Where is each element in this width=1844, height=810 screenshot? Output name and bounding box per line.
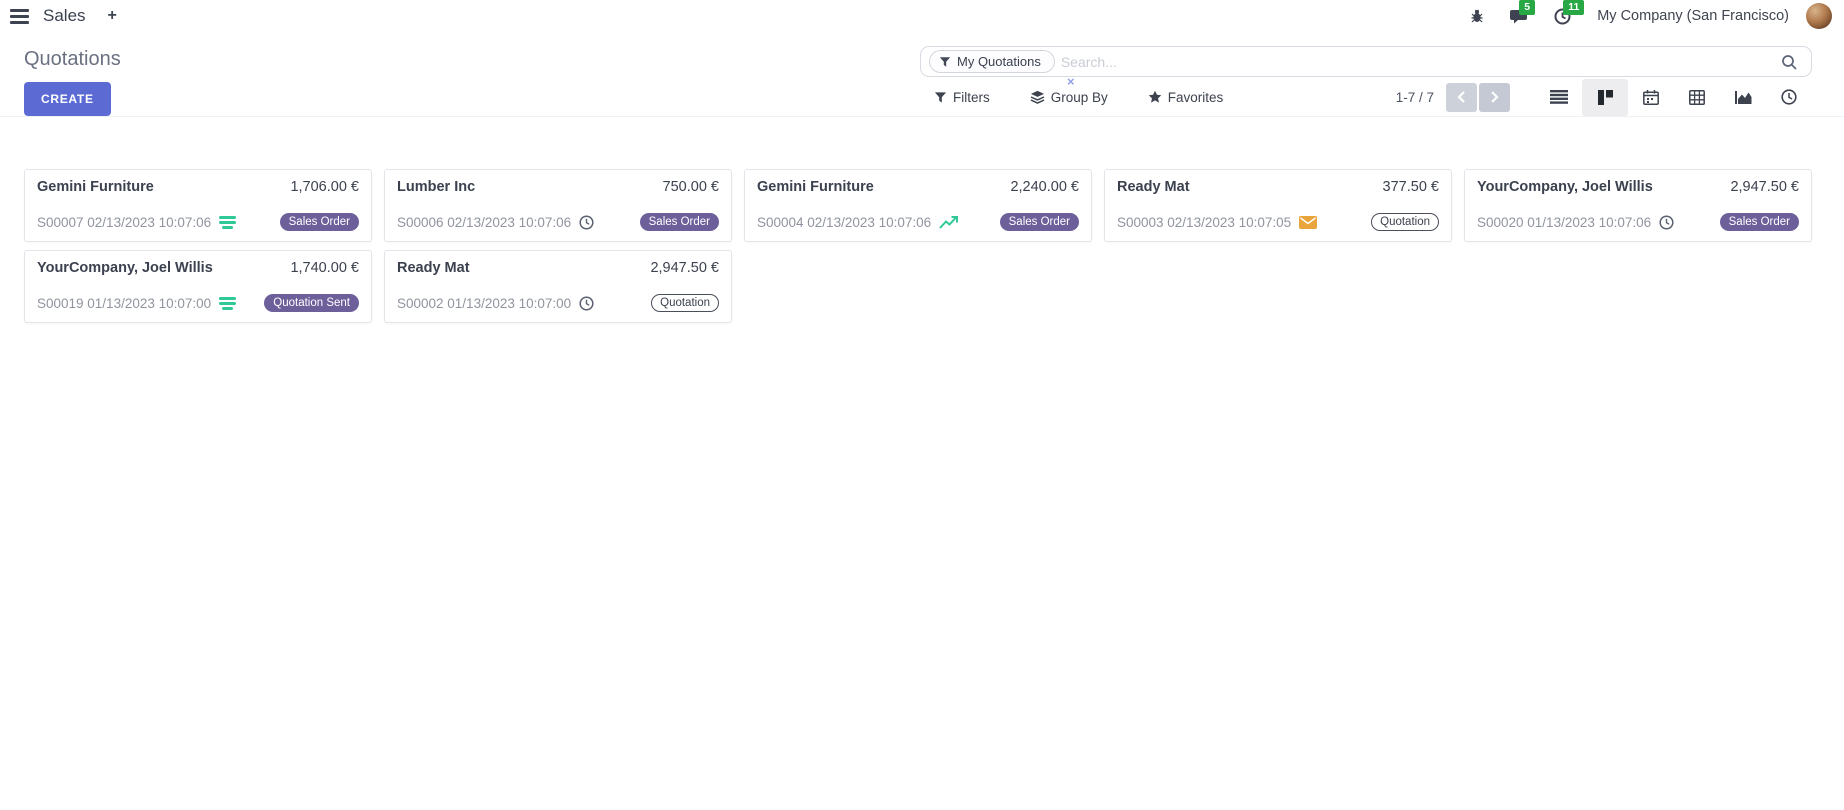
pivot-view-icon — [1689, 90, 1705, 105]
activity-note-icon[interactable] — [219, 297, 236, 310]
view-button-list[interactable] — [1536, 79, 1582, 116]
order-reference-date: S00020 01/13/2023 10:07:06 — [1477, 215, 1651, 230]
pager-next-button[interactable] — [1479, 83, 1510, 112]
graph-view-icon — [1735, 90, 1752, 104]
view-button-kanban[interactable] — [1582, 79, 1628, 116]
layers-icon — [1030, 90, 1045, 104]
amount-total: 750.00 € — [663, 179, 719, 195]
status-badge: Sales Order — [1720, 213, 1799, 231]
facet-label: My Quotations — [957, 54, 1041, 69]
order-reference-date: S00004 02/13/2023 10:07:06 — [757, 215, 931, 230]
page-title: Quotations — [24, 46, 121, 72]
amount-total: 1,740.00 € — [290, 260, 359, 276]
amount-total: 2,947.50 € — [1730, 179, 1799, 195]
quotation-card[interactable]: Ready Mat 377.50 € S00003 02/13/2023 10:… — [1104, 169, 1452, 242]
amount-total: 1,706.00 € — [290, 179, 359, 195]
favorites-label: Favorites — [1168, 90, 1224, 105]
view-button-graph[interactable] — [1720, 79, 1766, 116]
pager-range: 1-7 / 7 — [1396, 90, 1434, 105]
favorites-dropdown[interactable]: Favorites — [1146, 86, 1226, 109]
view-button-calendar[interactable] — [1628, 79, 1674, 116]
new-tab-button[interactable]: + — [108, 7, 117, 25]
order-reference-date: S00007 02/13/2023 10:07:06 — [37, 215, 211, 230]
amount-total: 2,947.50 € — [650, 260, 719, 276]
facet-remove-icon[interactable]: × — [1067, 74, 1075, 89]
activity-clock-icon[interactable] — [579, 296, 594, 311]
messages-count-badge: 5 — [1519, 0, 1535, 15]
pager-previous-button[interactable] — [1446, 83, 1477, 112]
list-view-icon — [1550, 90, 1568, 104]
chevron-left-icon — [1457, 91, 1466, 103]
order-reference-date: S00002 01/13/2023 10:07:00 — [397, 296, 571, 311]
star-icon — [1148, 90, 1162, 104]
search-options-row: Filters Group By Favorites 1-7 / 7 — [920, 78, 1812, 116]
activity-upsell-icon[interactable] — [939, 215, 959, 230]
view-button-pivot[interactable] — [1674, 79, 1720, 116]
activity-note-icon[interactable] — [219, 216, 236, 229]
filters-dropdown[interactable]: Filters — [932, 86, 992, 109]
company-switcher[interactable]: My Company (San Francisco) — [1587, 8, 1799, 24]
group-by-label: Group By — [1051, 90, 1108, 105]
partner-name: Lumber Inc — [397, 179, 475, 195]
partner-name: Ready Mat — [397, 260, 470, 276]
messages-button[interactable]: 5 — [1501, 4, 1538, 29]
hamburger-icon — [10, 9, 29, 24]
search-bar[interactable]: My Quotations × — [920, 46, 1812, 77]
status-badge: Sales Order — [280, 213, 359, 231]
filters-label: Filters — [953, 90, 990, 105]
activities-count-badge: 11 — [1563, 0, 1584, 15]
quotation-card[interactable]: YourCompany, Joel Willis 1,740.00 € S000… — [24, 250, 372, 323]
order-reference-date: S00006 02/13/2023 10:07:06 — [397, 215, 571, 230]
chevron-right-icon — [1490, 91, 1499, 103]
search-input[interactable] — [1061, 54, 1775, 70]
quotation-card[interactable]: Gemini Furniture 2,240.00 € S00004 02/13… — [744, 169, 1092, 242]
filters-funnel-icon — [934, 91, 947, 104]
status-badge: Quotation — [1371, 213, 1439, 231]
order-reference-date: S00003 02/13/2023 10:07:05 — [1117, 215, 1291, 230]
partner-name: Ready Mat — [1117, 179, 1190, 195]
quotation-card[interactable]: Lumber Inc 750.00 € S00006 02/13/2023 10… — [384, 169, 732, 242]
search-icon[interactable] — [1781, 54, 1798, 71]
activity-clock-icon[interactable] — [579, 215, 594, 230]
partner-name: YourCompany, Joel Willis — [37, 260, 213, 276]
calendar-view-icon — [1643, 90, 1659, 105]
apps-menu-button[interactable] — [10, 9, 29, 24]
debug-button[interactable] — [1460, 4, 1494, 28]
filter-funnel-icon — [939, 56, 951, 68]
view-switcher — [1536, 79, 1812, 116]
quotation-card[interactable]: Ready Mat 2,947.50 € S00002 01/13/2023 1… — [384, 250, 732, 323]
activity-view-icon — [1781, 89, 1797, 105]
quotation-card[interactable]: YourCompany, Joel Willis 2,947.50 € S000… — [1464, 169, 1812, 242]
partner-name: Gemini Furniture — [757, 179, 874, 195]
activities-button[interactable]: 11 — [1545, 4, 1580, 29]
kanban-view-icon — [1598, 90, 1613, 105]
app-name: Sales — [43, 6, 86, 26]
order-reference-date: S00019 01/13/2023 10:07:00 — [37, 296, 211, 311]
quotation-card[interactable]: Gemini Furniture 1,706.00 € S00007 02/13… — [24, 169, 372, 242]
search-facet-my-quotations[interactable]: My Quotations — [929, 50, 1055, 73]
amount-total: 2,240.00 € — [1010, 179, 1079, 195]
amount-total: 377.50 € — [1383, 179, 1439, 195]
control-panel: Quotations CREATE My Quotations × — [0, 32, 1844, 117]
create-button[interactable]: CREATE — [24, 82, 111, 116]
partner-name: Gemini Furniture — [37, 179, 154, 195]
view-button-activity[interactable] — [1766, 79, 1812, 116]
status-badge: Quotation — [651, 294, 719, 312]
user-avatar[interactable] — [1806, 3, 1832, 29]
activity-clock-icon[interactable] — [1659, 215, 1674, 230]
status-badge: Sales Order — [1000, 213, 1079, 231]
status-badge: Quotation Sent — [264, 294, 359, 312]
bug-icon — [1469, 8, 1485, 24]
status-badge: Sales Order — [640, 213, 719, 231]
top-navbar: Sales + 5 11 My Company (San Francisco) — [0, 0, 1844, 32]
activity-email-icon[interactable] — [1299, 216, 1317, 229]
kanban-grid: Gemini Furniture 1,706.00 € S00007 02/13… — [24, 169, 1812, 323]
partner-name: YourCompany, Joel Willis — [1477, 179, 1653, 195]
